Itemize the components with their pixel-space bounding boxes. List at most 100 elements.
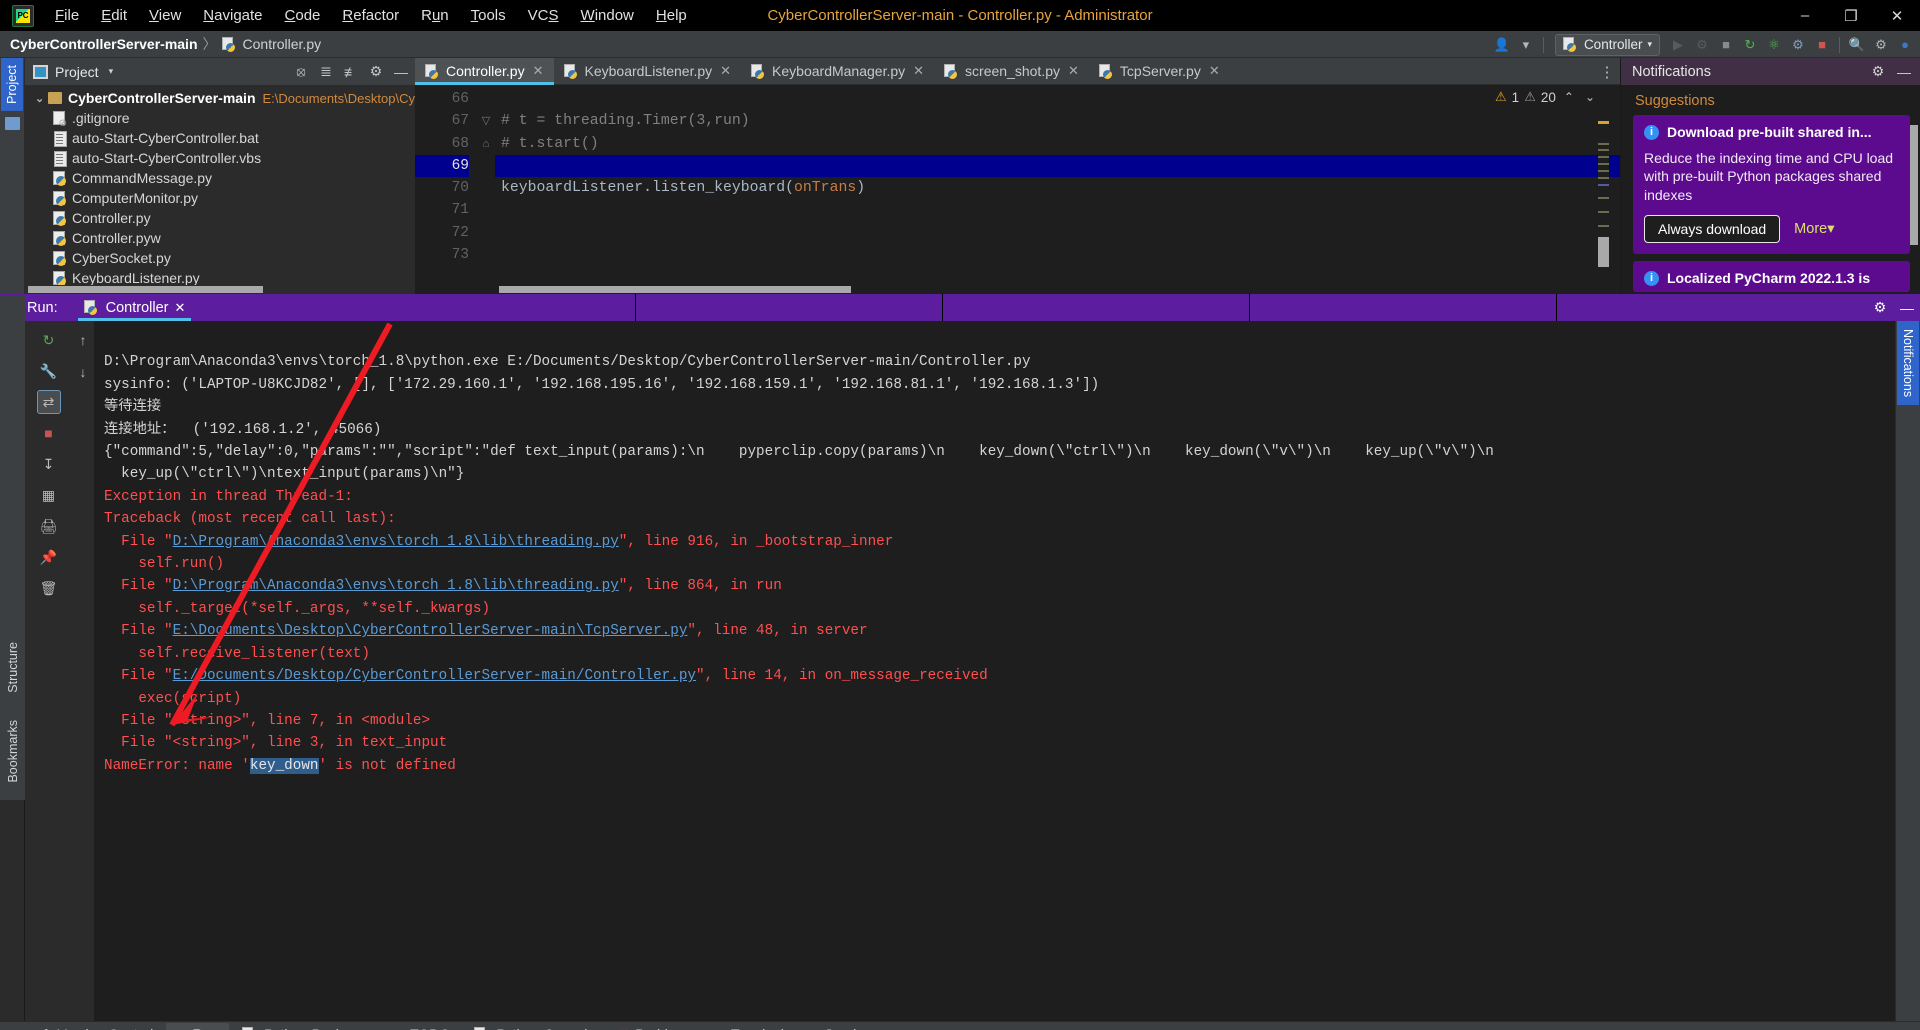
run-settings-gear-icon[interactable]: ⚙	[1870, 298, 1890, 318]
trash-icon[interactable]: 🗑	[38, 577, 60, 599]
list-item[interactable]: auto-Start-CyberController.vbs	[25, 148, 415, 168]
sidebar-item-bookmarks[interactable]: Bookmarks	[2, 713, 24, 790]
menu-help[interactable]: Help	[645, 3, 698, 28]
code-text-area[interactable]: # t = threading.Timer(3,run) # t.start()…	[495, 85, 1620, 294]
fold-marker[interactable]: ▽	[477, 110, 495, 132]
sidebar-item-project[interactable]: Project	[1, 58, 23, 111]
list-item[interactable]: CommandMessage.py	[25, 168, 415, 188]
print-icon[interactable]: 🖨	[38, 515, 60, 537]
run-configuration-selector[interactable]: Controller ▾	[1554, 33, 1660, 56]
menu-view[interactable]: View	[138, 3, 192, 28]
tool-terminal[interactable]: ▮ Terminal	[707, 1023, 795, 1030]
menu-window[interactable]: Window	[570, 3, 645, 28]
profile-icon[interactable]: ⚙	[1787, 34, 1809, 56]
tab-overflow-icon[interactable]: ⋮	[1597, 58, 1617, 85]
pin-icon[interactable]: 📌	[38, 546, 60, 568]
maximize-button[interactable]: ❐	[1828, 0, 1874, 31]
soft-wrap-icon[interactable]: ⇄	[36, 390, 61, 414]
menu-refactor[interactable]: Refactor	[331, 3, 410, 28]
tab-controller-py[interactable]: Controller.py ✕	[415, 58, 554, 85]
editor-horizontal-scrollbar[interactable]	[477, 285, 1598, 294]
close-icon[interactable]: ✕	[533, 63, 544, 79]
tree-root-node[interactable]: ⌄ CyberControllerServer-main E:\Document…	[25, 88, 415, 108]
search-icon[interactable]: 🔍	[1846, 34, 1868, 56]
stop-button[interactable]: ■	[1715, 34, 1737, 56]
close-icon[interactable]: ✕	[1068, 63, 1079, 79]
tool-python-packages[interactable]: Python Packages	[231, 1023, 384, 1030]
close-button[interactable]: ✕	[1874, 0, 1920, 31]
down-icon[interactable]: ↓	[72, 361, 94, 383]
rerun-icon[interactable]: ↻	[1739, 34, 1761, 56]
previous-problem-icon[interactable]: ⌃	[1561, 90, 1577, 104]
menu-code[interactable]: Code	[274, 3, 332, 28]
expand-all-icon[interactable]: ≣	[314, 60, 338, 83]
fold-marker[interactable]: ⌂	[477, 133, 495, 155]
list-item[interactable]: auto-Start-CyberController.bat	[25, 128, 415, 148]
coverage-icon[interactable]: ⚛	[1763, 34, 1785, 56]
debug-button[interactable]: ⚙	[1691, 34, 1713, 56]
list-item[interactable]: Controller.py	[25, 208, 415, 228]
project-settings-gear-icon[interactable]: ⚙	[364, 60, 388, 83]
tab-keyboardmanager-py[interactable]: KeyboardManager.py ✕	[741, 58, 934, 84]
more-link[interactable]: More▾	[1794, 221, 1834, 237]
run-button[interactable]: ▶	[1667, 34, 1689, 56]
traceback-link[interactable]: D:\Program\Anaconda3\envs\torch_1.8\lib\…	[173, 578, 619, 594]
always-download-button[interactable]: Always download	[1644, 215, 1781, 244]
traceback-link[interactable]: D:\Program\Anaconda3\envs\torch_1.8\lib\…	[173, 534, 619, 550]
traceback-link[interactable]: E:\Documents\Desktop\CyberControllerServ…	[173, 623, 688, 639]
run-tab-controller[interactable]: Controller ✕	[70, 294, 200, 321]
notifications-minimize-icon[interactable]: —	[1894, 62, 1914, 82]
breadcrumb-project[interactable]: CyberControllerServer-main	[10, 36, 198, 52]
tree-twisty-icon[interactable]: ⌄	[35, 92, 48, 105]
list-item[interactable]: ComputerMonitor.py	[25, 188, 415, 208]
close-icon[interactable]: ✕	[913, 63, 924, 79]
layout-icon[interactable]: ▦	[38, 484, 60, 506]
minimize-button[interactable]: –	[1782, 0, 1828, 31]
close-icon[interactable]: ✕	[720, 63, 731, 79]
settings-gear-icon[interactable]: ⚙	[1870, 34, 1892, 56]
menu-edit[interactable]: Edit	[90, 3, 138, 28]
menu-run[interactable]: Run	[410, 3, 460, 28]
list-item[interactable]: CyberSocket.py	[25, 248, 415, 268]
breadcrumb-file[interactable]: Controller.py	[243, 36, 322, 52]
user-account-icon[interactable]: 👤	[1491, 34, 1513, 56]
close-icon[interactable]: ✕	[175, 300, 186, 316]
updates-icon[interactable]: ●	[1894, 34, 1916, 56]
locate-file-icon[interactable]: ⦻	[289, 60, 313, 83]
stop-icon[interactable]: ■	[38, 422, 60, 444]
code-editor[interactable]: 66 67 68 69 70 71 72 73 ▽ ⌂ # t = thread…	[415, 85, 1620, 294]
menu-vcs[interactable]: VCS	[517, 3, 570, 28]
wrench-icon[interactable]: 🔧	[38, 360, 60, 382]
code-folding-gutter[interactable]: ▽ ⌂	[477, 85, 495, 294]
tool-todo[interactable]: ≡ TODO	[386, 1023, 461, 1030]
collapse-all-icon[interactable]: ≢	[339, 60, 363, 83]
menu-tools[interactable]: Tools	[460, 3, 517, 28]
tool-python-console[interactable]: Python Console	[463, 1023, 606, 1030]
up-icon[interactable]: ↑	[72, 329, 94, 351]
menu-file[interactable]: File	[44, 3, 90, 28]
sidebar-item-structure[interactable]: Structure	[2, 635, 24, 700]
inspection-widget[interactable]: ⚠ 1 ⚠ 20 ⌃ ⌄	[1495, 89, 1598, 105]
run-minimize-icon[interactable]: —	[1897, 298, 1917, 318]
project-rail-icon[interactable]	[4, 116, 20, 130]
close-icon[interactable]: ✕	[1209, 63, 1220, 79]
next-problem-icon[interactable]: ⌄	[1582, 90, 1598, 104]
project-view-caret-icon[interactable]: ▾	[109, 66, 114, 77]
notification-card-shared-indexes[interactable]: i Download pre-built shared in... Reduce…	[1633, 115, 1910, 255]
hide-project-panel-icon[interactable]: —	[389, 60, 413, 83]
traceback-link[interactable]: E:/Documents/Desktop/CyberControllerServ…	[173, 668, 696, 684]
error-stripe-marker-bar[interactable]	[1598, 85, 1609, 294]
list-item[interactable]: .gitignore	[25, 108, 415, 129]
tool-services[interactable]: ◉ Services	[797, 1023, 889, 1030]
tool-run[interactable]: ▶ Run	[166, 1023, 230, 1030]
user-caret-icon[interactable]: ▾	[1515, 34, 1537, 56]
tab-tcpserver-py[interactable]: TcpServer.py ✕	[1089, 58, 1230, 84]
notification-card-localized[interactable]: i Localized PyCharm 2022.1.3 is	[1633, 261, 1910, 292]
menu-navigate[interactable]: Navigate	[192, 3, 273, 28]
notifications-gear-icon[interactable]: ⚙	[1868, 62, 1888, 82]
tool-problems[interactable]: ✖ Problems	[608, 1023, 705, 1030]
scroll-to-end-icon[interactable]: ↧	[38, 453, 60, 475]
run-console-output[interactable]: D:\Program\Anaconda3\envs\torch_1.8\pyth…	[94, 321, 1920, 1021]
tab-keyboardlistener-py[interactable]: KeyboardListener.py ✕	[554, 58, 742, 84]
sidebar-item-notifications[interactable]: Notifications	[1897, 321, 1919, 406]
